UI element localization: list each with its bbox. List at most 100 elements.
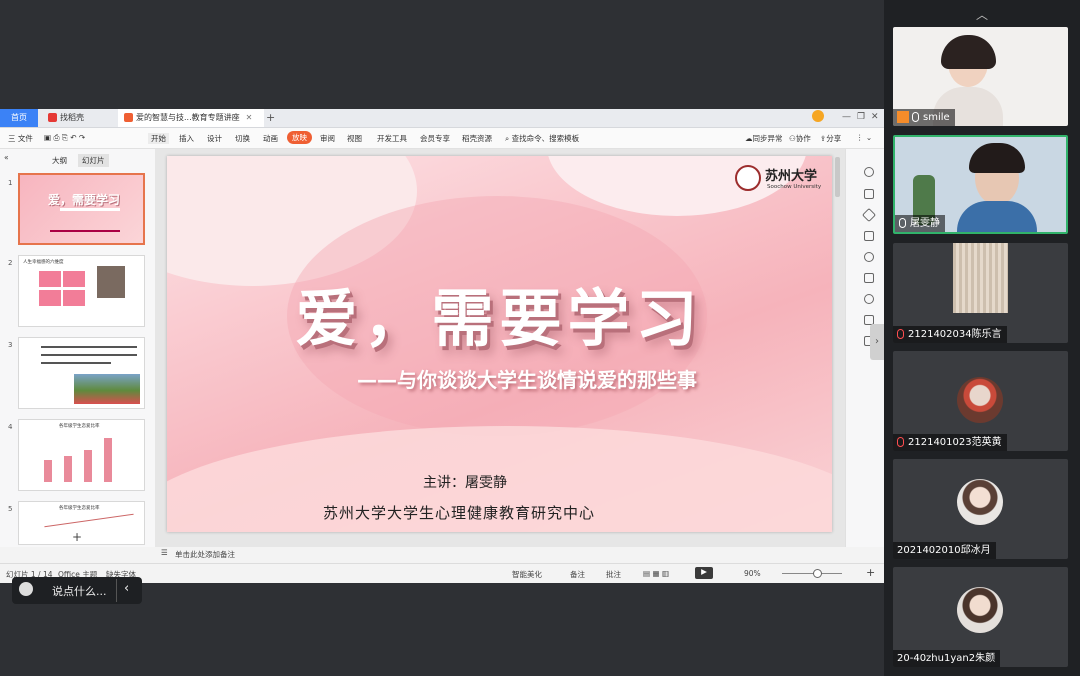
thumb-number: 3	[8, 341, 13, 349]
slides-icon[interactable]	[864, 273, 874, 283]
cloud-icon: ☁	[745, 134, 753, 143]
thumb-bar	[104, 438, 112, 482]
toolbar-quick-icons[interactable]: ▣ ⎙ ⎘ ↶ ↷	[44, 133, 85, 143]
thumb-bar	[84, 450, 92, 482]
tab-slides[interactable]: 幻灯片	[78, 154, 109, 167]
menu-docer[interactable]: 稻壳资源	[462, 133, 492, 144]
comments-toggle[interactable]: 批注	[606, 569, 621, 580]
chat-placeholder: 说点什么...	[52, 585, 107, 598]
smart-beautify-button[interactable]: 智能美化	[512, 569, 542, 580]
menu-insert[interactable]: 插入	[179, 133, 194, 144]
tab-outline[interactable]: 大纲	[52, 155, 67, 166]
play-slideshow-button[interactable]: ▶	[695, 567, 713, 579]
thumb-title: 爱，需要学习	[48, 193, 121, 207]
rocket-icon[interactable]	[864, 167, 874, 177]
zoom-slider-handle[interactable]	[813, 569, 822, 578]
participant-name: smile	[923, 112, 950, 123]
thumbnail-slide-1[interactable]: 爱，需要学习	[18, 173, 145, 245]
add-slide-icon[interactable]: +	[72, 530, 82, 544]
sync-status[interactable]: ☁同步异常	[745, 133, 783, 144]
chevron-left-icon[interactable]: ‹	[124, 581, 129, 596]
participant-tile[interactable]: 2121402034陈乐言	[893, 243, 1068, 343]
collapse-icon[interactable]: «	[4, 153, 9, 162]
thumb-number: 1	[8, 179, 13, 187]
participant-name-tag: 2121401023范英黄	[893, 434, 1007, 451]
participant-name-tag: 20-40zhu1yan2朱颜	[893, 650, 1001, 667]
share-label: 分享	[826, 134, 842, 143]
view-mode-icons[interactable]: ▤ ▦ ▥	[643, 569, 669, 578]
notes-icon: ☰	[161, 548, 168, 557]
settings-icon[interactable]	[864, 189, 874, 199]
right-toolbar: ›	[845, 149, 884, 547]
thumb-line	[44, 513, 134, 528]
notes-bar[interactable]: ☰ 单击此处添加备注	[155, 547, 845, 561]
share-button[interactable]: ⇪分享	[820, 133, 841, 144]
participant-tile-active-speaker[interactable]: 屠雯静	[893, 135, 1068, 234]
zoom-slider[interactable]	[782, 573, 842, 574]
thumb-box	[39, 290, 61, 306]
thumb-number: 4	[8, 423, 13, 431]
tab-document[interactable]: 爱的智慧与技...教育专题讲座 ✕	[118, 109, 264, 127]
participant-tile[interactable]: 20-40zhu1yan2朱颜	[893, 567, 1068, 667]
tab-label: 找稻壳	[60, 113, 84, 122]
tab-home[interactable]: 首页	[0, 109, 38, 127]
more-icon[interactable]: ⋮ ⌄	[856, 133, 872, 142]
thumb-line	[41, 362, 111, 364]
thumbnail-slide-2[interactable]: 人生幸福感的六维度	[18, 255, 145, 327]
sync-label: 同步异常	[752, 134, 783, 143]
search-icon: ⌕	[505, 134, 512, 143]
emoji-icon[interactable]	[19, 582, 33, 596]
command-search[interactable]: ⌕ 查找命令、搜索模板	[505, 133, 579, 144]
collaborate-button[interactable]: ⚇协作	[789, 133, 811, 144]
menu-view[interactable]: 视图	[347, 133, 362, 144]
chevron-up-icon[interactable]: ︿	[976, 6, 988, 23]
thumbnail-slide-4[interactable]: 各年级学生恋爱比率	[18, 419, 145, 491]
chat-input[interactable]: 说点什么... ‹	[12, 577, 142, 604]
menu-file[interactable]: 三 文件	[8, 133, 33, 144]
thumb-box	[39, 271, 61, 287]
avatar	[957, 587, 1003, 633]
shared-screen-area: 首页 找稻壳 爱的智慧与技...教育专题讲座 ✕ + — ❐ ✕ 三 文件 ▣ ⎙…	[0, 0, 884, 676]
menu-home[interactable]: 开始	[148, 133, 169, 144]
location-icon[interactable]	[864, 294, 874, 304]
minimize-icon[interactable]: —	[842, 112, 851, 122]
participant-tile[interactable]: 2021402010邱冰月	[893, 459, 1068, 559]
host-icon	[897, 111, 909, 123]
restore-icon[interactable]: ❐	[857, 112, 865, 122]
menu-review[interactable]: 审阅	[320, 133, 335, 144]
notes-toggle[interactable]: 备注	[570, 569, 585, 580]
menu-animation[interactable]: 动画	[263, 133, 278, 144]
ppt-icon	[124, 113, 133, 122]
video-feed	[969, 143, 1025, 173]
slide-editing-canvas: 苏州大学 Soochow University 爱，需要学习 ——与你谈谈大学生…	[155, 149, 845, 547]
menu-transition[interactable]: 切换	[235, 133, 250, 144]
microphone-icon	[912, 112, 919, 122]
thumbnail-slide-3[interactable]	[18, 337, 145, 409]
university-logo: 苏州大学 Soochow University	[735, 164, 827, 198]
close-window-icon[interactable]: ✕	[871, 112, 879, 122]
tab-find-template[interactable]: 找稻壳	[42, 109, 120, 127]
expand-panel-button[interactable]: ›	[870, 324, 884, 360]
menu-slideshow[interactable]: 放映	[287, 131, 312, 144]
menu-design[interactable]: 设计	[207, 133, 222, 144]
vertical-scrollbar[interactable]	[835, 157, 840, 197]
participant-name-tag: 2021402010邱冰月	[893, 542, 996, 559]
avatar[interactable]	[812, 110, 824, 122]
help-icon[interactable]	[864, 252, 874, 262]
participant-name: 屠雯静	[910, 218, 940, 229]
close-icon[interactable]: ✕	[246, 113, 253, 122]
thumb-title: 各年级学生恋爱比率	[59, 506, 100, 511]
pin-icon[interactable]	[861, 207, 877, 223]
image-icon[interactable]	[864, 231, 874, 241]
video-feed	[957, 201, 1037, 232]
menu-member[interactable]: 会员专享	[420, 133, 450, 144]
university-name-en: Soochow University	[767, 184, 822, 190]
participant-name-tag: 屠雯静	[895, 215, 945, 232]
microphone-icon	[899, 218, 906, 228]
participant-tile[interactable]: 2121401023范英黄	[893, 351, 1068, 451]
zoom-in-icon[interactable]: +	[866, 566, 875, 579]
menu-developer[interactable]: 开发工具	[377, 133, 407, 144]
zoom-level[interactable]: 90%	[744, 569, 761, 578]
new-tab-icon[interactable]: +	[266, 111, 275, 124]
participant-tile[interactable]: smile	[893, 27, 1068, 126]
